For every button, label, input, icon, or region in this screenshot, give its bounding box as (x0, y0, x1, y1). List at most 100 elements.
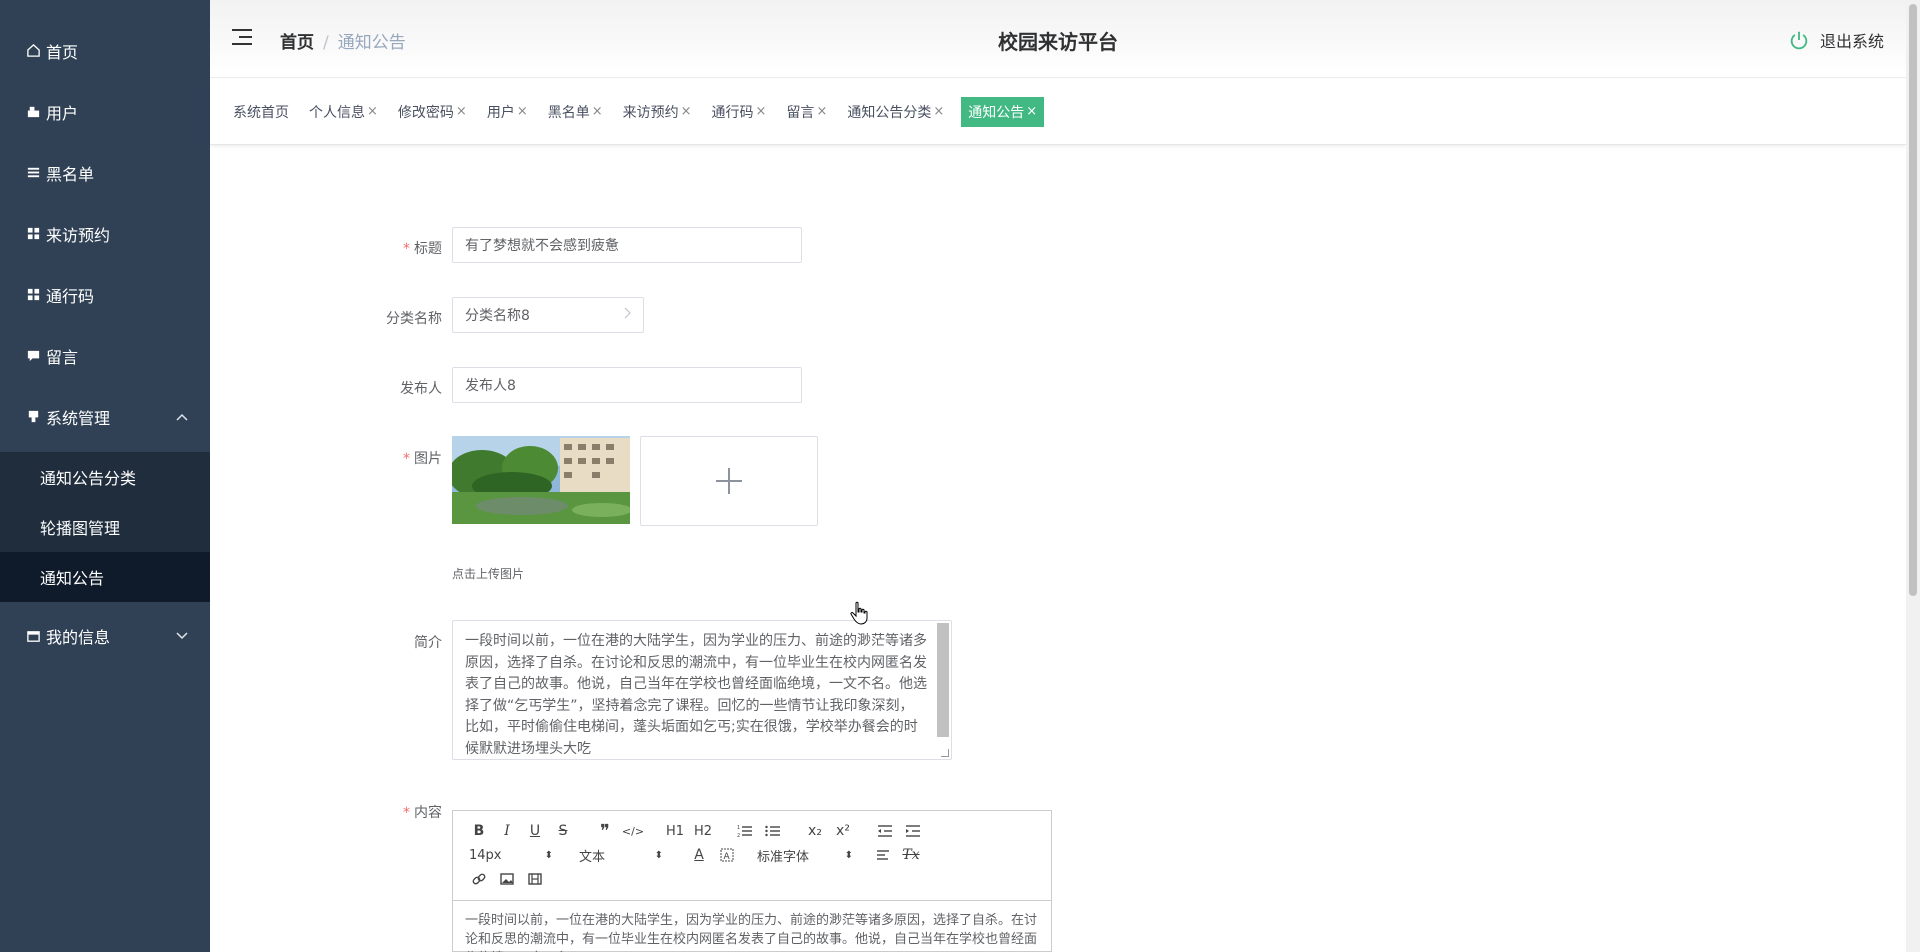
uploaded-image[interactable] (452, 436, 630, 524)
close-icon[interactable]: × (756, 104, 767, 119)
sidebar-item-passcode[interactable]: 通行码 (0, 264, 210, 325)
header-picker[interactable]: 文本 ⬍ (575, 843, 667, 867)
svg-text:A: A (724, 852, 731, 862)
close-icon[interactable]: × (681, 104, 692, 119)
tag-label: 个人信息 (309, 104, 365, 121)
textarea-scrollbar[interactable] (937, 623, 949, 737)
breadcrumb-home[interactable]: 首页 (280, 33, 314, 53)
hand-cursor-icon (850, 601, 868, 625)
editor-content[interactable]: 一段时间以前，一位在港的大陆学生，因为学业的压力、前途的渺茫等诸多原因，选择了自… (453, 901, 1051, 952)
align-icon[interactable] (869, 843, 897, 867)
close-icon[interactable]: × (517, 104, 528, 119)
image-icon[interactable] (493, 867, 521, 891)
close-icon[interactable]: × (816, 104, 827, 119)
sidebar-item-appointment[interactable]: 来访预约 (0, 203, 210, 264)
profile-card-icon (24, 629, 42, 644)
updown-icon: ⬍ (844, 849, 853, 861)
tag-notice-category[interactable]: 通知公告分类 × (844, 97, 947, 127)
sidebar-subitem-notice-category[interactable]: 通知公告分类 (0, 452, 210, 502)
sidebar-item-label: 黑名单 (46, 164, 95, 184)
close-icon[interactable]: × (367, 104, 378, 119)
category-label: 分类名称 (386, 311, 442, 327)
code-block-button[interactable]: </> (619, 819, 647, 843)
page-title-wrap: 校园来访平台 (210, 26, 1906, 55)
indent-icon[interactable] (899, 819, 927, 843)
publisher-input[interactable]: 发布人8 (452, 367, 802, 403)
sidebar-item-user[interactable]: 用户 (0, 81, 210, 142)
sidebar-item-blacklist[interactable]: 黑名单 (0, 142, 210, 203)
tag-label: 留言 (786, 104, 815, 121)
tag-label: 修改密码 (397, 104, 454, 121)
image-upload-button[interactable] (640, 436, 818, 526)
font-color-button[interactable]: A (685, 843, 713, 867)
background-color-icon[interactable]: A (713, 843, 741, 867)
chevron-down-icon (176, 628, 188, 644)
underline-button[interactable]: U (521, 819, 549, 843)
grid-icon (24, 287, 42, 302)
sidebar: 首页 用户 黑名单 来访预约 通行码 留言 系统管理 通知公告分类 轮播图管理 … (0, 0, 210, 952)
title-label: * 标题 (403, 241, 442, 257)
tag-message[interactable]: 留言 × (783, 97, 830, 127)
tag-system-home[interactable]: 系统首页 (230, 97, 292, 127)
intro-label: 简介 (414, 635, 442, 651)
subscript-button[interactable]: x₂ (801, 819, 829, 843)
publisher-label: 发布人 (400, 381, 442, 397)
sidebar-item-label: 留言 (46, 347, 79, 367)
sidebar-item-label: 用户 (46, 103, 79, 123)
tag-passcode[interactable]: 通行码 × (709, 97, 770, 127)
settings-icon (24, 409, 42, 424)
resize-handle-icon[interactable] (941, 749, 949, 757)
sidebar-subitem-notice[interactable]: 通知公告 (0, 552, 210, 602)
bullet-list-icon[interactable] (759, 819, 787, 843)
tag-appointment[interactable]: 来访预约 × (620, 97, 695, 127)
category-select[interactable]: 分类名称8 (452, 297, 644, 333)
list-icon (24, 165, 42, 180)
sidebar-subitem-carousel[interactable]: 轮播图管理 (0, 502, 210, 552)
strike-button[interactable]: S (549, 819, 577, 843)
sidebar-item-message[interactable]: 留言 (0, 325, 210, 386)
sidebar-item-my-info[interactable]: 我的信息 (0, 607, 210, 665)
chevron-up-icon (176, 409, 188, 425)
outdent-icon[interactable] (871, 819, 899, 843)
tag-blacklist[interactable]: 黑名单 × (545, 97, 606, 127)
close-icon[interactable]: × (456, 104, 467, 119)
h2-button[interactable]: H2 (689, 819, 717, 843)
ordered-list-icon[interactable]: 12 (731, 819, 759, 843)
sidebar-item-home[interactable]: 首页 (0, 20, 210, 81)
font-family-picker[interactable]: 标准字体 ⬍ (753, 843, 857, 867)
tag-notice[interactable]: 通知公告 × (961, 96, 1045, 127)
logout-button[interactable]: 退出系统 (1788, 28, 1884, 52)
home-icon (24, 43, 42, 58)
video-icon[interactable] (521, 867, 549, 891)
page-scrollbar[interactable] (1906, 0, 1920, 952)
upload-hint: 点击上传图片 (452, 567, 525, 581)
sidebar-item-label: 首页 (46, 42, 79, 62)
sidebar-item-system[interactable]: 系统管理 (0, 386, 210, 447)
scroll-thumb[interactable] (1909, 4, 1917, 596)
svg-text:2: 2 (737, 833, 740, 838)
font-size-picker[interactable]: 14px ⬍ (465, 843, 557, 867)
tag-label: 通行码 (711, 104, 754, 121)
quote-button[interactable]: ❞ (591, 819, 619, 843)
italic-button[interactable]: I (493, 819, 521, 843)
bold-button[interactable]: B (465, 819, 493, 843)
intro-textarea[interactable]: 一段时间以前，一位在港的大陆学生，因为学业的压力、前途的渺茫等诸多原因，选择了自… (452, 620, 952, 760)
link-icon[interactable] (465, 867, 493, 891)
tag-label: 黑名单 (547, 104, 590, 121)
tag-label: 通知公告分类 (847, 104, 932, 121)
logout-label: 退出系统 (1819, 32, 1884, 51)
hamburger-icon[interactable] (232, 29, 252, 47)
breadcrumb-current: 通知公告 (337, 33, 406, 53)
tag-change-password[interactable]: 修改密码 × (395, 97, 470, 127)
close-icon[interactable]: × (933, 104, 944, 119)
close-icon[interactable]: × (1026, 104, 1037, 119)
clean-format-button[interactable]: Tx (897, 843, 925, 867)
close-icon[interactable]: × (592, 104, 603, 119)
title-input[interactable]: 有了梦想就不会感到疲惫 (452, 227, 802, 263)
h1-button[interactable]: H1 (661, 819, 689, 843)
superscript-button[interactable]: x² (829, 819, 857, 843)
plus-icon (716, 468, 742, 494)
tag-user[interactable]: 用户 × (484, 97, 531, 127)
tag-personal-info[interactable]: 个人信息 × (306, 97, 381, 127)
chevron-right-icon (624, 307, 631, 322)
